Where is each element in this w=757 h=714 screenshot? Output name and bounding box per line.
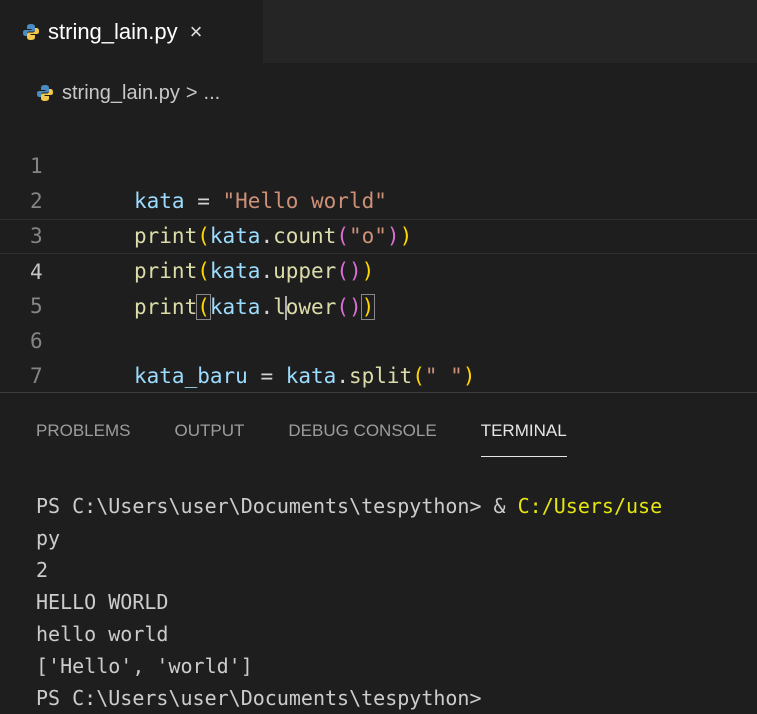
editor-tab-bar: string_lain.py ×: [0, 0, 757, 63]
python-icon: [23, 23, 39, 40]
terminal-command-path: C:/Users/use: [517, 494, 663, 518]
tab-string-lain[interactable]: string_lain.py ×: [0, 0, 263, 63]
breadcrumb-separator: >: [185, 81, 198, 104]
terminal[interactable]: PS C:\Users\user\Documents\tespython> & …: [36, 490, 757, 714]
breadcrumb: string_lain.py > ...: [36, 78, 220, 108]
panel-tabs: PROBLEMS OUTPUT DEBUG CONSOLE TERMINAL: [36, 418, 611, 458]
tab-label: string_lain.py: [48, 18, 178, 44]
code-line: 2 print(kata.count("o")): [0, 149, 757, 248]
terminal-line: 2: [36, 558, 49, 582]
breadcrumb-more[interactable]: ...: [204, 82, 221, 105]
code-line: 8: [0, 372, 757, 390]
tab-problems[interactable]: PROBLEMS: [36, 418, 130, 456]
code-line: 6 kata_baru = kata.split(" "): [0, 289, 757, 388]
tab-output[interactable]: OUTPUT: [174, 418, 244, 456]
terminal-prompt: PS C:\Users\user\Documents\tespython> &: [36, 494, 518, 518]
code-editor[interactable]: 1 kata = "Hello world" 2 print(kata.coun…: [0, 110, 757, 390]
terminal-line: ['Hello', 'world']: [36, 654, 253, 678]
panel-divider: [0, 392, 757, 393]
code-line-active: 4 print(kata.lower()): [0, 219, 757, 320]
breadcrumb-file[interactable]: string_lain.py: [62, 82, 180, 105]
code-line: 7 print(kata_baru): [0, 324, 757, 388]
tab-terminal[interactable]: TERMINAL: [480, 418, 567, 457]
tab-debug-console[interactable]: DEBUG CONSOLE: [288, 418, 436, 456]
close-icon[interactable]: ×: [190, 19, 203, 45]
terminal-line: HELLO WORLD: [36, 590, 169, 614]
code-line: 3 print(kata.upper()): [0, 184, 757, 283]
terminal-line-partial: PS C:\Users\user\Documents\tespython>: [36, 686, 482, 710]
terminal-line: hello world: [36, 622, 169, 646]
python-icon: [37, 85, 53, 101]
code-line: 1 kata = "Hello world": [0, 114, 757, 213]
terminal-command-line: PS C:\Users\user\Documents\tespython> & …: [36, 490, 757, 522]
terminal-line: py: [36, 526, 61, 550]
code-line: 5: [0, 254, 757, 318]
